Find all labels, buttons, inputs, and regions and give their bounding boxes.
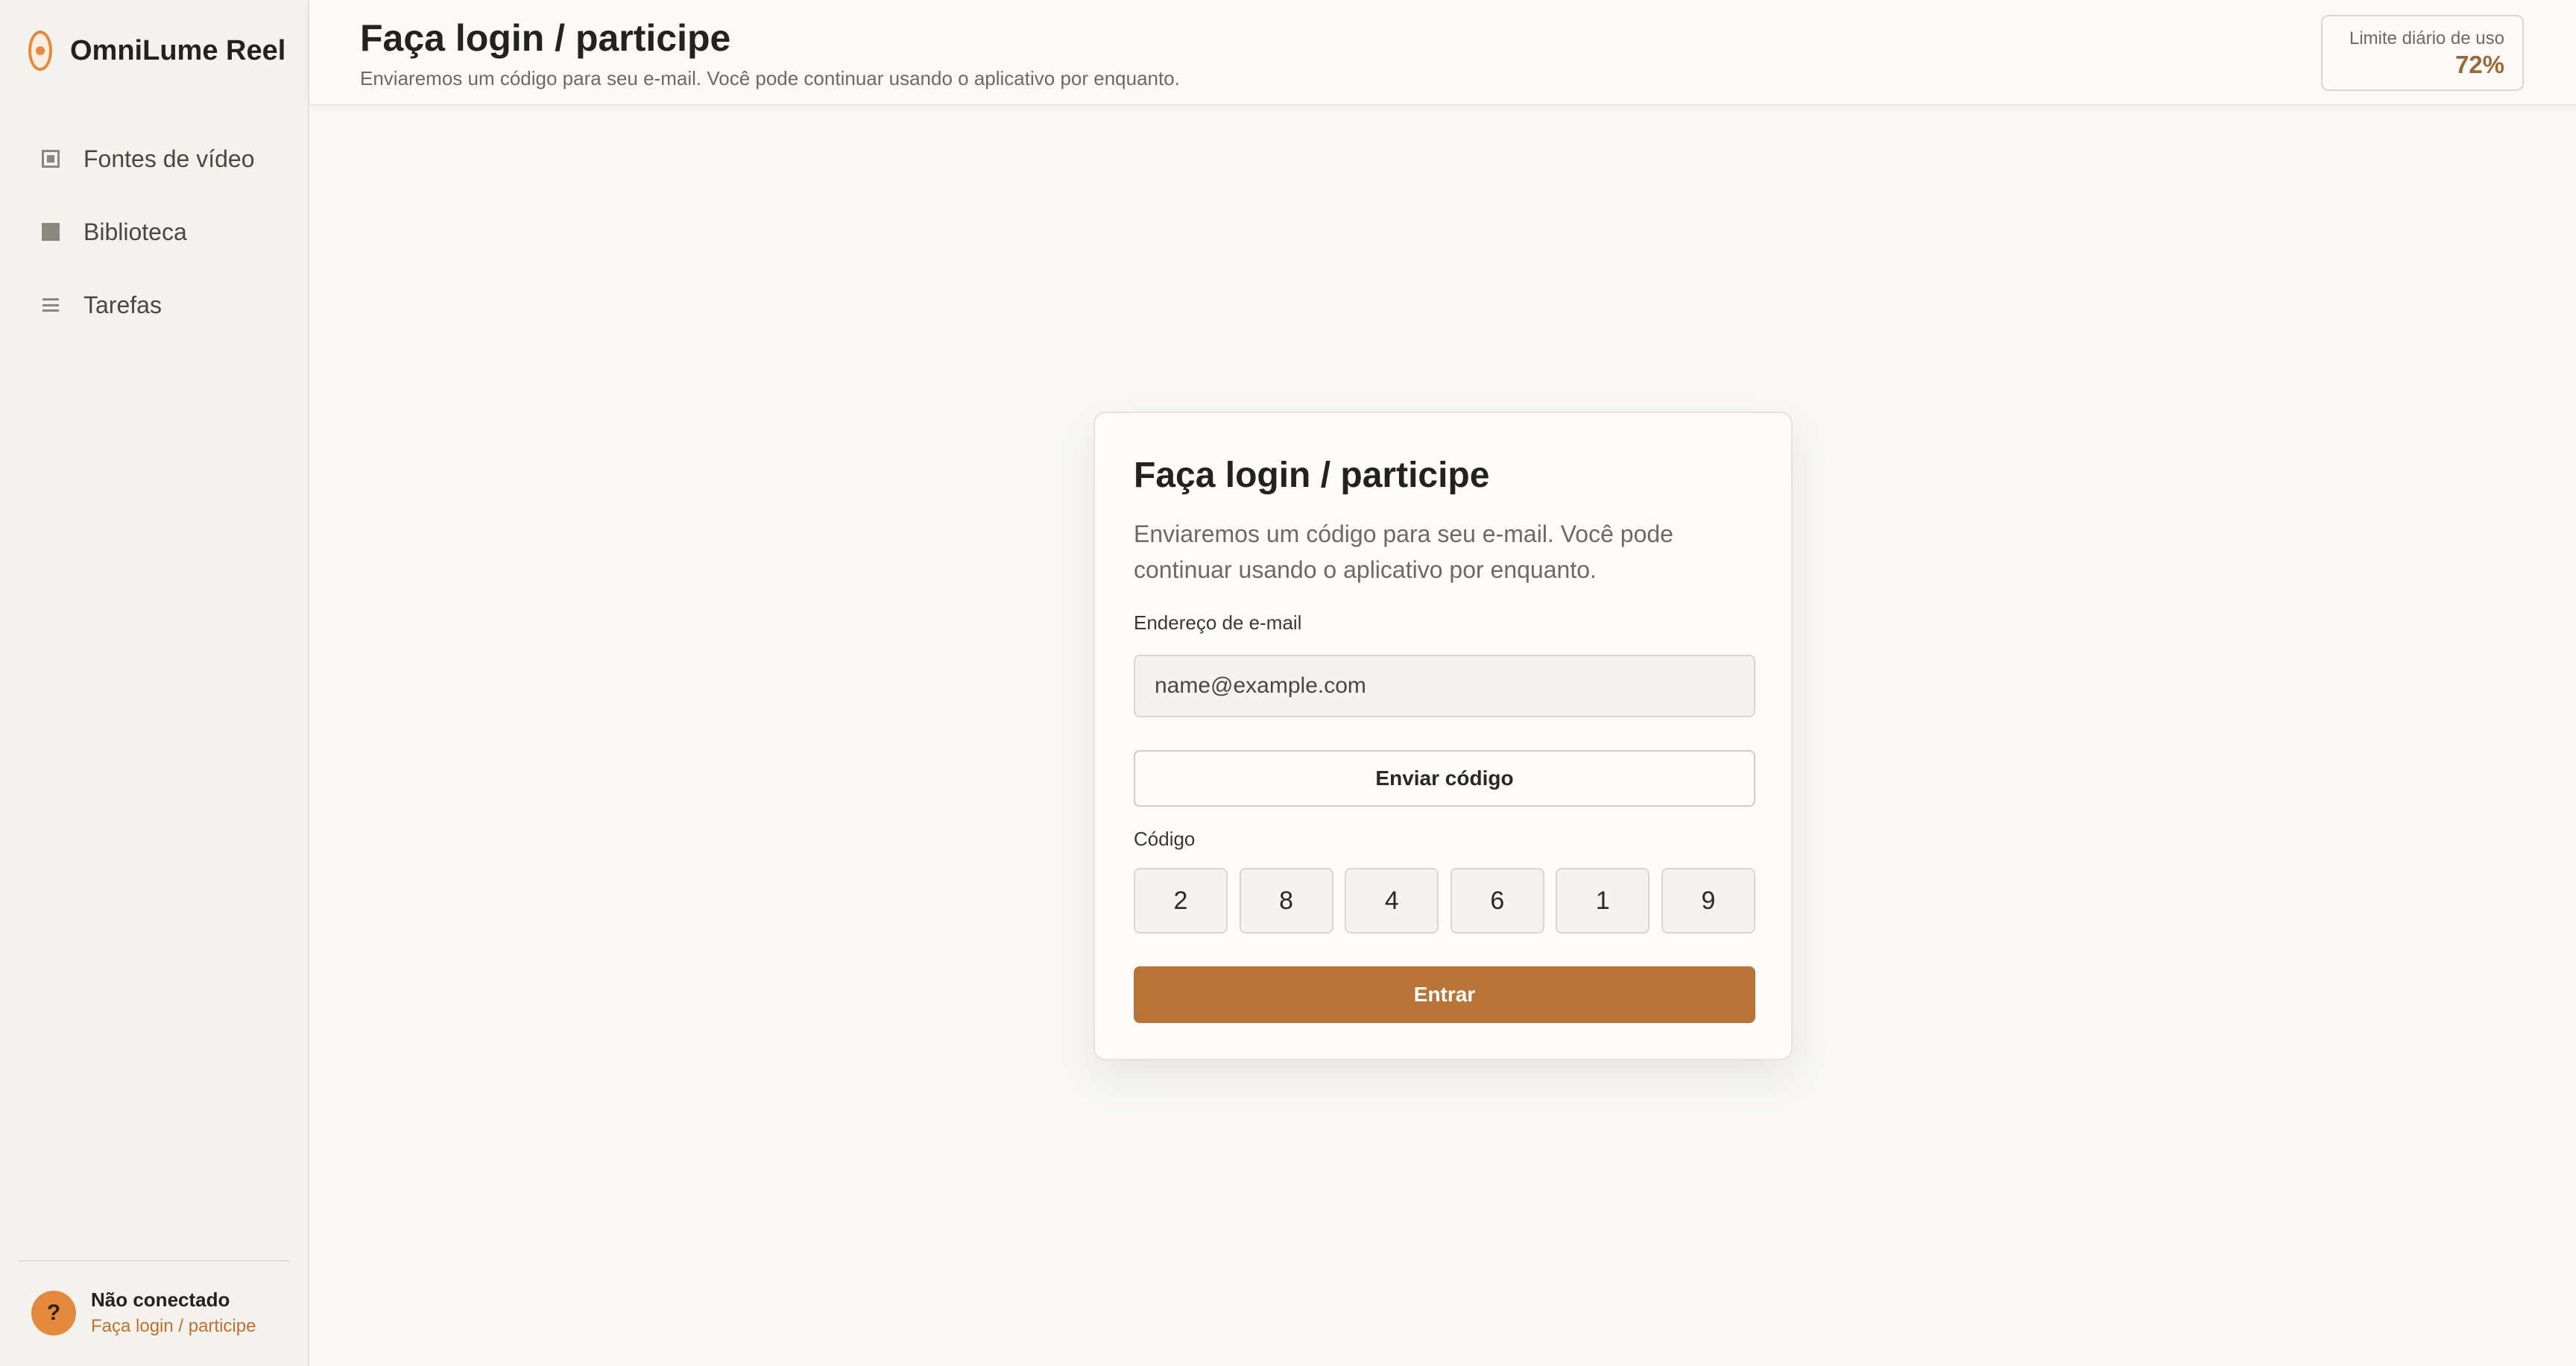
login-link[interactable]: Faça login / participe [91, 1316, 256, 1337]
sidebar-item-library[interactable]: Biblioteca [0, 195, 308, 268]
login-card: Faça login / participe Enviaremos um cód… [1093, 412, 1793, 1060]
app-window: OmniLume Reel Fontes de vídeo Biblioteca… [0, 0, 2576, 1366]
page-header: Faça login / participe Enviaremos um cód… [309, 0, 2576, 106]
video-source-icon [40, 148, 61, 169]
usage-label: Limite diário de uso [2349, 28, 2504, 48]
sidebar-item-label: Tarefas [83, 291, 162, 318]
avatar[interactable]: ? [31, 1290, 76, 1335]
code-digit-input[interactable]: 2 [1134, 868, 1228, 934]
sidebar: OmniLume Reel Fontes de vídeo Biblioteca… [0, 0, 309, 1366]
code-digit-input[interactable]: 6 [1450, 868, 1544, 934]
page-subtitle: Enviaremos um código para seu e-mail. Vo… [360, 67, 1180, 89]
code-digit-input[interactable]: 4 [1345, 868, 1439, 934]
brand: OmniLume Reel [28, 28, 285, 73]
usage-limit-badge: Limite diário de uso 72% [2321, 15, 2524, 91]
logo-dot [36, 46, 45, 55]
sidebar-item-tasks[interactable]: Tarefas [0, 268, 308, 342]
email-label: Endereço de e-mail [1134, 611, 1302, 634]
usage-value: 72% [2455, 51, 2504, 78]
library-icon [40, 221, 61, 242]
code-digit-input[interactable]: 9 [1661, 868, 1755, 934]
code-digit-input[interactable]: 8 [1239, 868, 1333, 934]
status-text: Não conectado Faça login / participe [91, 1288, 256, 1337]
code-digit-input[interactable]: 1 [1556, 868, 1650, 934]
sidebar-item-video-sources[interactable]: Fontes de vídeo [0, 122, 308, 195]
sidebar-item-label: Biblioteca [83, 218, 187, 245]
sidebar-item-label: Fontes de vídeo [83, 145, 255, 172]
connection-status: Não conectado [91, 1288, 230, 1311]
code-input-group: 2 8 4 6 1 9 [1134, 868, 1755, 934]
app-name: OmniLume Reel [70, 34, 286, 66]
code-label: Código [1134, 828, 1196, 850]
login-button[interactable]: Entrar [1134, 966, 1755, 1023]
login-description: Enviaremos um código para seu e-mail. Vo… [1134, 520, 1673, 583]
tasks-icon [40, 295, 61, 315]
sidebar-nav: Fontes de vídeo Biblioteca Tarefas [0, 122, 308, 342]
omnilume-logo-icon [28, 31, 52, 71]
page-title: Faça login / participe [360, 17, 731, 59]
send-code-button[interactable]: Enviar código [1134, 750, 1755, 807]
login-title: Faça login / participe [1134, 456, 1490, 495]
email-field[interactable] [1134, 655, 1755, 717]
account-status: ? Não conectado Faça login / participe [18, 1260, 290, 1337]
